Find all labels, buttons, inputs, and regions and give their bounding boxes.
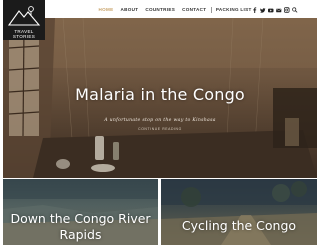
site-logo[interactable]: TRAVEL STORIES xyxy=(3,0,45,40)
post-card-congo-river[interactable]: Down the Congo River Rapids xyxy=(3,179,158,245)
hero-subtitle: A unfortunate stop on the way to Kinshas… xyxy=(104,118,216,123)
youtube-icon[interactable] xyxy=(268,7,274,13)
mountain-logo-icon xyxy=(7,6,41,26)
nav-packing-list[interactable]: PACKING LIST xyxy=(212,7,255,13)
facebook-icon[interactable] xyxy=(252,7,258,13)
social-links xyxy=(252,4,298,16)
search-icon[interactable] xyxy=(292,7,298,13)
nav-home[interactable]: HOME xyxy=(95,7,117,13)
nav-countries[interactable]: COUNTRIES xyxy=(142,7,179,13)
twitter-icon[interactable] xyxy=(260,7,266,13)
email-icon[interactable] xyxy=(276,7,282,13)
featured-post[interactable]: Malaria in the Congo A unfortunate stop … xyxy=(3,18,317,178)
continue-reading-link[interactable]: CONTINUE READING xyxy=(3,127,317,131)
main-nav: HOME ABOUT COUNTRIES CONTACT PACKING LIS… xyxy=(95,4,255,16)
nav-about[interactable]: ABOUT xyxy=(117,7,142,13)
nav-contact[interactable]: CONTACT xyxy=(179,7,210,13)
logo-text: TRAVEL STORIES xyxy=(12,29,36,39)
post-card-cycling[interactable]: Cycling the Congo xyxy=(161,179,317,245)
card-title[interactable]: Down the Congo River Rapids xyxy=(3,211,158,243)
card-image xyxy=(161,179,317,245)
instagram-icon[interactable] xyxy=(284,7,290,13)
nav-divider xyxy=(210,7,212,13)
hero-title[interactable]: Malaria in the Congo xyxy=(3,85,317,104)
card-title[interactable]: Cycling the Congo xyxy=(161,218,317,234)
